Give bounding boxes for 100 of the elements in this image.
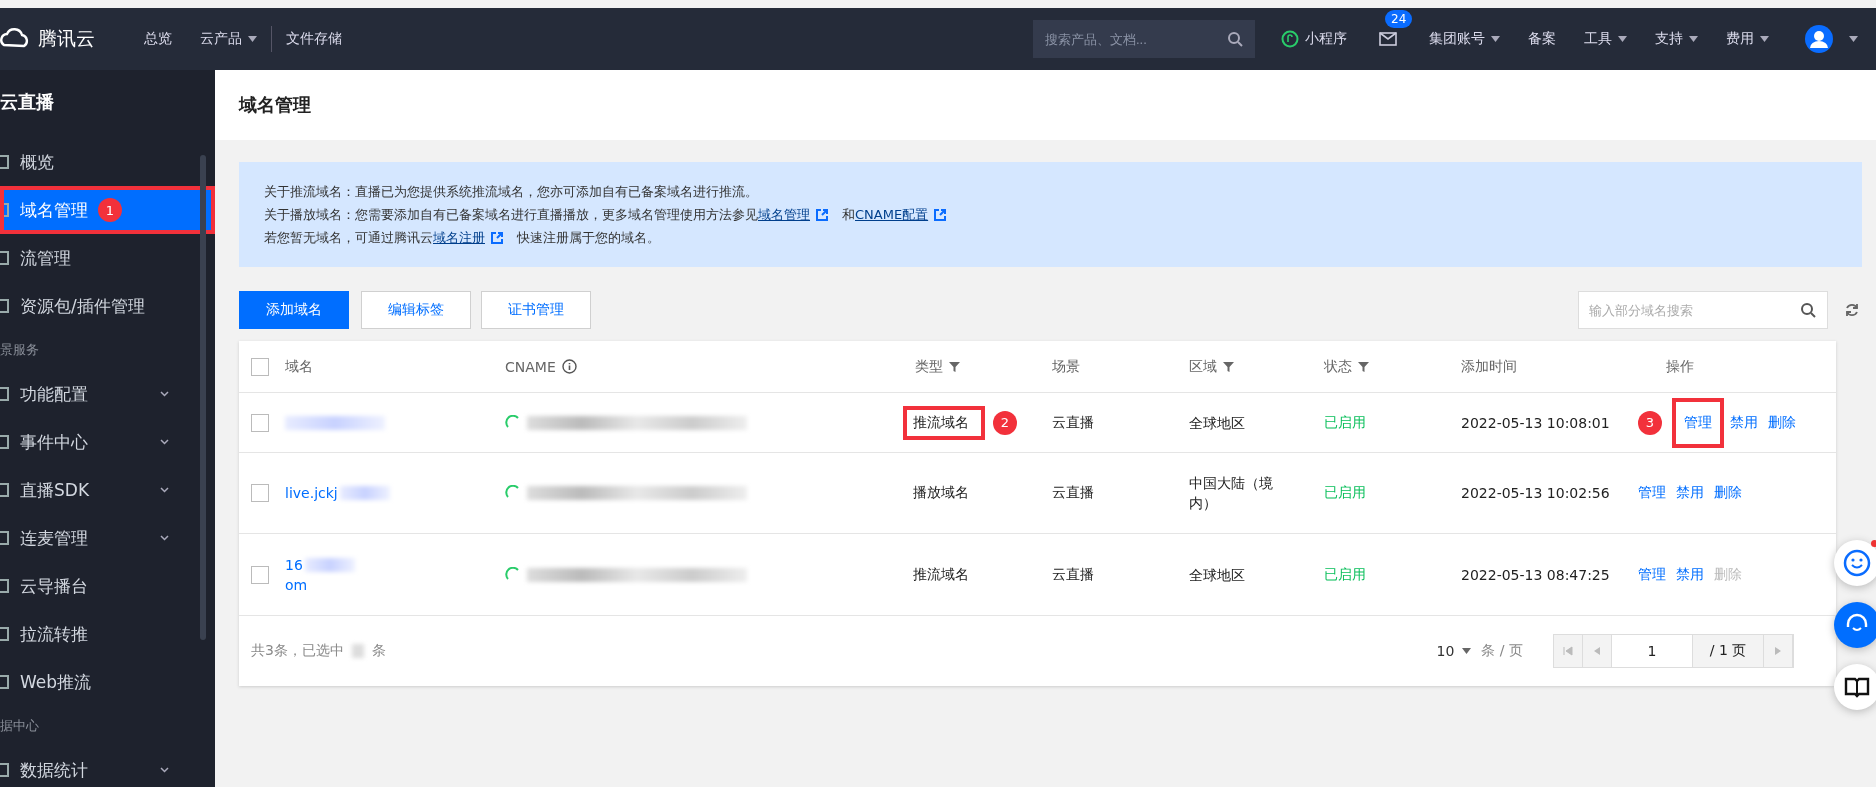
page-size-select[interactable]: 10 bbox=[1436, 643, 1472, 659]
checkbox[interactable] bbox=[251, 413, 269, 432]
brand-name[interactable]: 腾讯云 bbox=[38, 26, 95, 52]
notice-text: 关于推流域名：直播已为您提供系统推流域名，您亦可添加自有已备案域名进行推流。 bbox=[264, 183, 758, 201]
action-link[interactable]: 禁用 bbox=[1676, 484, 1704, 502]
toolbar-button[interactable]: 添加域名 bbox=[239, 291, 349, 329]
column-header: 域名 bbox=[285, 357, 313, 376]
column-header: CNAME bbox=[505, 358, 556, 375]
nav-menu[interactable]: 费用 bbox=[1712, 30, 1783, 48]
external-link-icon bbox=[816, 208, 828, 221]
domain-link[interactable]: live.jckj bbox=[285, 485, 338, 501]
refresh-icon[interactable] bbox=[1844, 302, 1860, 318]
mini-program-icon bbox=[1281, 30, 1299, 48]
filter-icon[interactable] bbox=[949, 361, 960, 372]
column-header: 区域 bbox=[1189, 357, 1217, 376]
domain-type: 推流域名 bbox=[905, 407, 983, 438]
mail-icon[interactable] bbox=[1379, 32, 1397, 46]
doc-link[interactable]: CNAME配置 bbox=[855, 205, 947, 224]
action-link[interactable]: 管理 bbox=[1638, 565, 1666, 584]
nav-menu[interactable]: 支持 bbox=[1641, 30, 1712, 48]
column-header: 添加时间 bbox=[1461, 357, 1517, 376]
step-marker: 2 bbox=[993, 410, 1017, 435]
sidebar-item[interactable]: 域名管理 1 bbox=[0, 186, 215, 234]
sidebar-item[interactable]: 连麦管理 bbox=[0, 514, 215, 562]
avatar-icon[interactable] bbox=[1805, 25, 1833, 53]
page-title: 域名管理 bbox=[215, 70, 1876, 140]
column-header: 状态 bbox=[1324, 357, 1352, 376]
status-text: 已启用 bbox=[1324, 413, 1366, 432]
section-label: 景服务 bbox=[0, 341, 40, 359]
sidebar-item[interactable]: 数据统计 bbox=[0, 746, 215, 787]
sidebar-item[interactable]: 直播SDK bbox=[0, 466, 215, 514]
notification-dot bbox=[1871, 540, 1876, 547]
search-field[interactable]: 输入部分域名搜索 bbox=[1578, 291, 1828, 329]
mini-program-link[interactable]: 小程序 bbox=[1267, 30, 1361, 48]
action-link[interactable]: 禁用 bbox=[1676, 565, 1704, 584]
domain-type: 推流域名 bbox=[912, 564, 970, 584]
menu-item-icon bbox=[0, 387, 10, 401]
nav-link[interactable]: 云产品 bbox=[186, 30, 271, 48]
menu-item-icon bbox=[0, 531, 10, 545]
menu-item-icon bbox=[0, 483, 10, 497]
notice-text: 关于播放域名：您需要添加自有已备案域名进行直播播放，更多域名管理使用方法参见 bbox=[264, 206, 758, 224]
menu-item-icon bbox=[0, 763, 10, 777]
nav-link[interactable]: 总览 bbox=[130, 30, 186, 48]
search-field[interactable]: 搜索产品、文档... bbox=[1033, 20, 1255, 58]
nav-menu[interactable]: 集团账号 bbox=[1415, 30, 1514, 48]
action-link[interactable]: 删除 bbox=[1714, 484, 1742, 502]
search-icon bbox=[1800, 302, 1816, 318]
sidebar-item[interactable]: 拉流转推 bbox=[0, 610, 215, 658]
action-link[interactable]: 管理 bbox=[1638, 484, 1666, 502]
menu-item-icon bbox=[0, 299, 10, 313]
section-label: 据中心 bbox=[0, 717, 40, 735]
domain-link[interactable]: 16 bbox=[285, 556, 303, 573]
sidebar-item[interactable]: 功能配置 bbox=[0, 370, 215, 418]
docs-button[interactable] bbox=[1834, 664, 1876, 710]
table-cell: 云直播 bbox=[1052, 413, 1094, 432]
checkbox[interactable] bbox=[251, 484, 269, 502]
table-cell: 2022-05-13 10:08:01 bbox=[1461, 414, 1610, 431]
caret-icon[interactable] bbox=[1849, 36, 1858, 42]
support-button[interactable] bbox=[1834, 602, 1876, 648]
sidebar-item[interactable]: 云导播台 bbox=[0, 562, 215, 610]
scrollbar[interactable] bbox=[200, 155, 206, 640]
feedback-button[interactable] bbox=[1834, 540, 1876, 586]
table-cell: 2022-05-13 10:02:56 bbox=[1461, 485, 1610, 501]
info-icon[interactable] bbox=[561, 359, 577, 374]
nav-menu[interactable]: 备案 bbox=[1514, 30, 1570, 48]
toolbar-button[interactable]: 编辑标签 bbox=[361, 291, 471, 329]
sidebar-item[interactable]: 事件中心 bbox=[0, 418, 215, 466]
redacted-text bbox=[304, 557, 355, 572]
domain-type: 播放域名 bbox=[912, 483, 970, 502]
selection-summary: 共3条，已选中 bbox=[251, 642, 344, 660]
action-link[interactable]: 删除 bbox=[1768, 413, 1796, 432]
notice-text: 快速注册属于您的域名。 bbox=[517, 229, 660, 247]
toolbar-button[interactable]: 证书管理 bbox=[481, 291, 591, 329]
sidebar-item[interactable]: Web推流 bbox=[0, 658, 215, 706]
column-header: 操作 bbox=[1666, 357, 1694, 376]
doc-link[interactable]: 域名管理 bbox=[758, 205, 828, 224]
filter-icon[interactable] bbox=[1358, 361, 1369, 372]
notification-badge: 24 bbox=[1385, 10, 1413, 28]
status-text: 已启用 bbox=[1324, 484, 1366, 502]
step-marker: 1 bbox=[98, 198, 122, 222]
filter-icon[interactable] bbox=[1223, 361, 1234, 372]
menu-item-icon bbox=[0, 579, 10, 593]
page-size-unit: 条 / 页 bbox=[1481, 642, 1523, 660]
checkbox[interactable] bbox=[251, 565, 269, 584]
doc-link[interactable]: 域名注册 bbox=[433, 228, 503, 247]
domain-link[interactable]: om bbox=[285, 576, 308, 593]
table-cell: 云直播 bbox=[1052, 484, 1094, 502]
checkbox[interactable] bbox=[251, 357, 269, 376]
table-cell: 2022-05-13 08:47:25 bbox=[1461, 566, 1610, 583]
table-cell-text: 全球地区 bbox=[1189, 413, 1246, 433]
nav-link[interactable]: 文件存储 bbox=[272, 30, 356, 48]
sidebar-item[interactable]: 概览 bbox=[0, 138, 215, 186]
redacted-text bbox=[339, 486, 390, 500]
nav-menu[interactable]: 工具 bbox=[1570, 30, 1641, 48]
menu-item-icon bbox=[0, 251, 10, 265]
sidebar-item[interactable]: 资源包/插件管理 bbox=[0, 282, 215, 330]
menu-item-icon bbox=[0, 155, 10, 169]
menu-item-icon bbox=[0, 435, 10, 449]
action-link[interactable]: 禁用 bbox=[1730, 413, 1758, 432]
sidebar-item[interactable]: 流管理 bbox=[0, 234, 215, 282]
